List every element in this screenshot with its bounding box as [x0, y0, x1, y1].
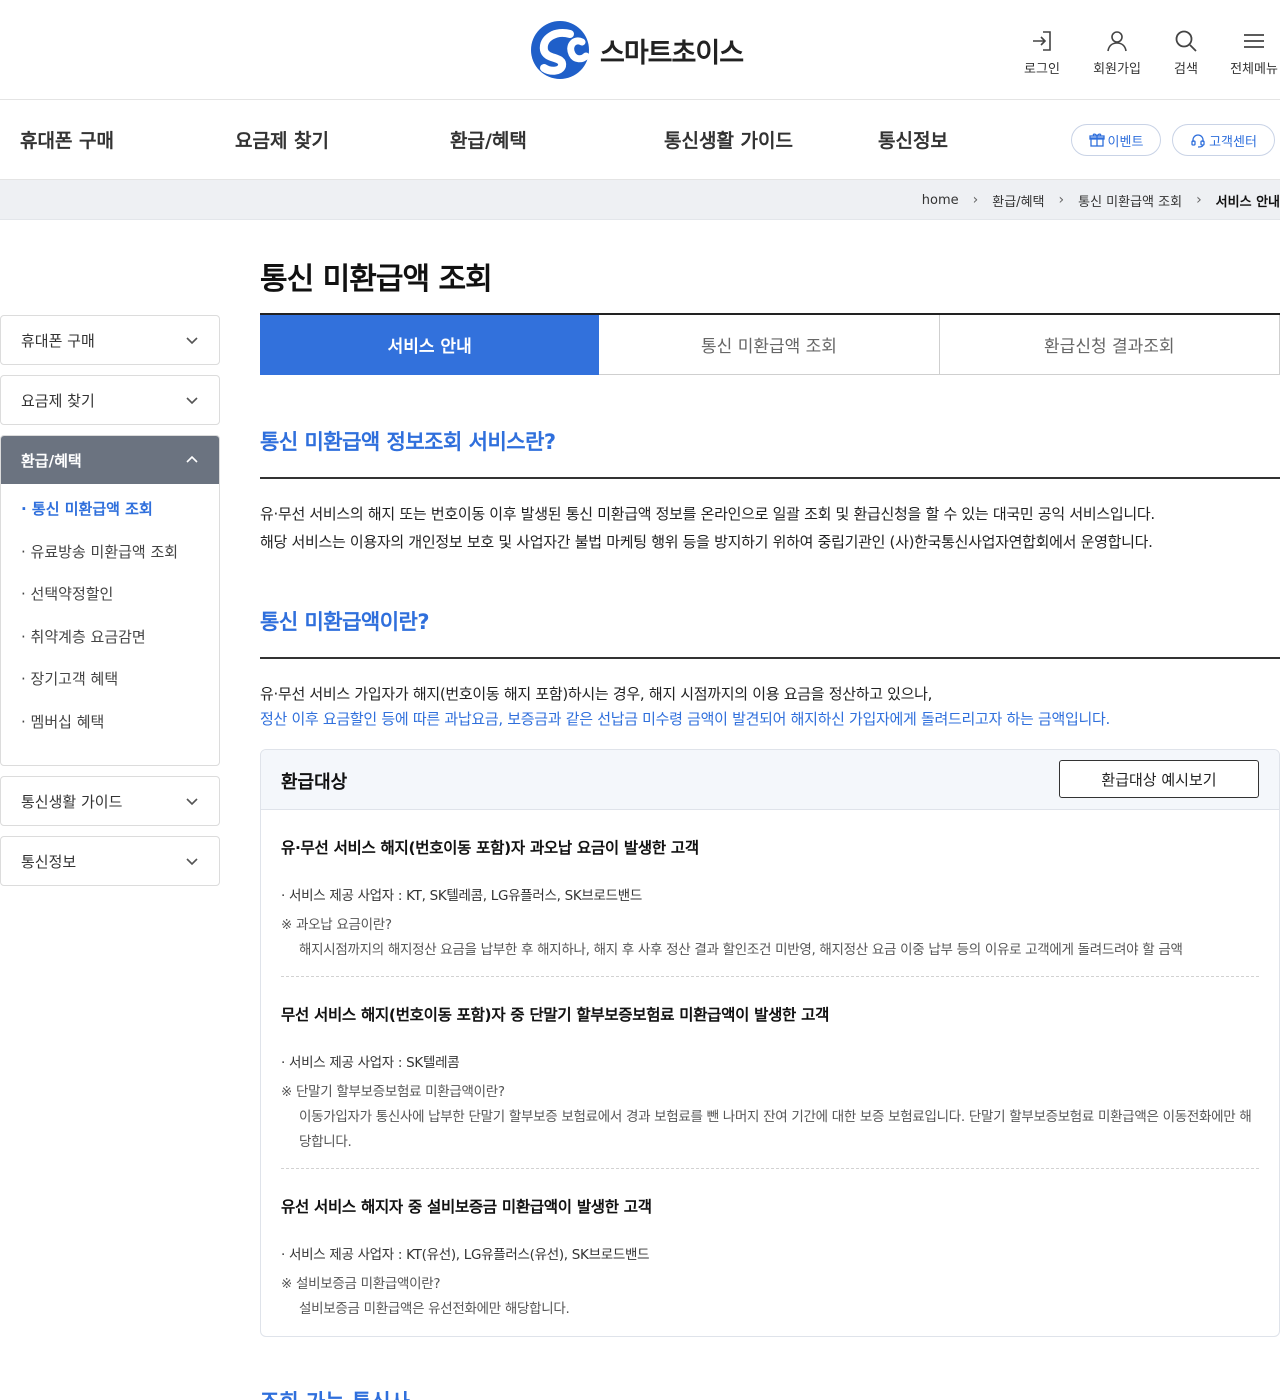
event-button[interactable]: 이벤트 [1071, 124, 1161, 156]
page-title: 통신 미환급액 조회 [260, 262, 493, 297]
side-item-phone[interactable]: 휴대폰 구매 [0, 315, 220, 365]
site-logo[interactable]: 스마트초이스 [530, 20, 744, 80]
side-sub-item-lookup[interactable]: · 통신 미환급액 조회 [1, 498, 219, 541]
search-link[interactable]: 검색 [1151, 28, 1221, 77]
gift-icon [1088, 133, 1105, 147]
side-item-guide[interactable]: 통신생활 가이드 [0, 776, 220, 826]
case-desc: 이동가입자가 통신사에 납부한 단말기 할부보증 보험료에서 경과 보험료를 뺀… [299, 1109, 1252, 1150]
side-sub-item-longterm[interactable]: · 장기고객 혜택 [1, 668, 219, 711]
breadcrumb: home › 환급/혜택 › 통신 미환급액 조회 › 서비스 안내 [922, 180, 1280, 220]
breadcrumb-lookup[interactable]: 통신 미환급액 조회 [1078, 191, 1182, 210]
breadcrumb-bar: home › 환급/혜택 › 통신 미환급액 조회 › 서비스 안내 [0, 180, 1280, 220]
side-sub-item-vulnerable[interactable]: · 취약계층 요금감면 [1, 626, 219, 669]
case-provider: · 서비스 제공 사업자 : KT, SK텔레콤, LG유플러스, SK브로드밴… [281, 888, 643, 904]
refund-case-deposit: 유선 서비스 해지자 중 설비보증금 미환급액이 발생한 고객 · 서비스 제공… [281, 1195, 1259, 1322]
side-item-label: 통신정보 [21, 852, 77, 871]
side-item-plan[interactable]: 요금제 찾기 [0, 375, 220, 425]
breadcrumb-home[interactable]: home [922, 193, 959, 208]
login-label: 로그인 [1024, 62, 1060, 77]
case-heading: 유·무선 서비스 해지(번호이동 포함)자 과오납 요금이 발생한 고객 [281, 839, 699, 857]
support-button[interactable]: 고객센터 [1172, 124, 1275, 156]
side-item-info[interactable]: 통신정보 [0, 836, 220, 886]
case-desc: 해지시점까지의 해지정산 요금을 납부한 후 해지하나, 해지 후 사후 정산 … [299, 942, 1183, 958]
search-label: 검색 [1174, 62, 1198, 77]
refund-case-insurance: 무선 서비스 해지(번호이동 포함)자 중 단말기 할부보증보험료 미환급액이 … [281, 1003, 1259, 1155]
side-sub-item-discount[interactable]: · 선택약정할인 [1, 583, 219, 626]
section-title-definition: 통신 미환급액이란? [260, 610, 430, 634]
case-divider [281, 1168, 1259, 1169]
section-divider [260, 657, 1280, 659]
breadcrumb-refund[interactable]: 환급/혜택 [992, 191, 1044, 210]
gnb-item-phone[interactable]: 휴대폰 구매 [20, 126, 114, 153]
user-icon [1107, 31, 1127, 52]
gnb-item-info[interactable]: 통신정보 [878, 126, 948, 153]
refund-target-title: 환급대상 [281, 772, 348, 793]
case-note: ※ 단말기 할부보증보험료 미환급액이란? [281, 1084, 505, 1100]
side-item-label: 요금제 찾기 [21, 391, 95, 410]
definition-desc-2: 정산 이후 요금할인 등에 따른 과납요금, 보증금과 같은 선납금 미수령 금… [260, 710, 1110, 728]
side-item-refund[interactable]: 환급/혜택 [1, 436, 219, 484]
breadcrumb-current: 서비스 안내 [1215, 194, 1280, 210]
case-heading: 무선 서비스 해지(번호이동 포함)자 중 단말기 할부보증보험료 미환급액이 … [281, 1006, 830, 1024]
signup-label: 회원가입 [1093, 62, 1141, 77]
case-provider: · 서비스 제공 사업자 : KT(유선), LG유플러스(유선), SK브로드… [281, 1247, 650, 1263]
chevron-down-icon [186, 858, 198, 866]
service-desc-1: 유·무선 서비스의 해지 또는 번호이동 이후 발생된 통신 미환급액 정보를 … [260, 505, 1155, 523]
event-label: 이벤트 [1107, 134, 1144, 150]
support-label: 고객센터 [1209, 134, 1257, 150]
gnb-item-guide[interactable]: 통신생활 가이드 [664, 126, 793, 153]
service-desc-2: 해당 서비스는 이용자의 개인정보 보호 및 사업자간 불법 마케팅 행위 등을… [260, 533, 1153, 551]
all-menu-link[interactable]: 전체메뉴 [1219, 28, 1280, 77]
side-sub-item-membership[interactable]: · 멤버십 혜택 [1, 711, 219, 754]
logo-text: 스마트초이스 [600, 37, 744, 69]
side-nav: 휴대폰 구매 요금제 찾기 환급/혜택 · 통신 미환급액 조회 · 유료방송 … [0, 315, 220, 896]
search-icon [1175, 30, 1197, 52]
gnb-item-plan[interactable]: 요금제 찾기 [235, 126, 329, 153]
chevron-right-icon: › [1058, 192, 1065, 208]
section-title-carriers: 조회 가능 통신사 [260, 1386, 410, 1400]
section-title-service: 통신 미환급액 정보조회 서비스란? [260, 430, 556, 454]
case-desc: 설비보증금 미환급액은 유선전화에만 해당합니다. [299, 1301, 570, 1317]
menu-icon [1244, 34, 1264, 48]
definition-desc-1: 유·무선 서비스 가입자가 해지(번호이동 해지 포함)하시는 경우, 해지 시… [260, 685, 933, 703]
tab-lookup[interactable]: 통신 미환급액 조회 [599, 315, 940, 375]
side-group-refund: 환급/혜택 · 통신 미환급액 조회 · 유료방송 미환급액 조회 · 선택약정… [0, 435, 220, 766]
chevron-right-icon: › [1196, 192, 1202, 208]
logo-icon [531, 21, 590, 79]
side-submenu: · 통신 미환급액 조회 · 유료방송 미환급액 조회 · 선택약정할인 · 취… [1, 484, 219, 765]
refund-target-header: 환급대상 환급대상 예시보기 [261, 750, 1279, 810]
gnb-item-refund[interactable]: 환급/혜택 [450, 126, 527, 153]
chevron-right-icon: › [972, 192, 979, 208]
case-divider [281, 976, 1259, 977]
refund-example-button[interactable]: 환급대상 예시보기 [1059, 760, 1259, 798]
refund-target-box: 환급대상 환급대상 예시보기 유·무선 서비스 해지(번호이동 포함)자 과오납… [260, 749, 1280, 1337]
case-heading: 유선 서비스 해지자 중 설비보증금 미환급액이 발생한 고객 [281, 1198, 652, 1216]
section-divider [260, 477, 1280, 479]
side-item-label: 휴대폰 구매 [21, 331, 95, 350]
signup-link[interactable]: 회원가입 [1082, 28, 1152, 77]
chevron-down-icon [186, 397, 198, 405]
tab-service-info[interactable]: 서비스 안내 [260, 315, 600, 375]
side-item-label: 환급/혜택 [21, 451, 82, 470]
side-sub-item-broadcast[interactable]: · 유료방송 미환급액 조회 [1, 541, 219, 584]
chevron-down-icon [186, 798, 198, 806]
case-note: ※ 설비보증금 미환급액이란? [281, 1276, 441, 1292]
login-icon [1033, 31, 1051, 51]
side-item-label: 통신생활 가이드 [21, 792, 123, 811]
case-provider: · 서비스 제공 사업자 : SK텔레콤 [281, 1055, 460, 1071]
top-header: 스마트초이스 로그인 회원가입 검색 전체메뉴 [0, 0, 1280, 100]
global-nav: 휴대폰 구매 요금제 찾기 환급/혜택 통신생활 가이드 통신정보 이벤트 고객… [0, 100, 1280, 180]
headset-icon [1191, 134, 1205, 148]
case-note: ※ 과오납 요금이란? [281, 917, 392, 933]
chevron-down-icon [186, 337, 198, 345]
refund-case-overpaid: 유·무선 서비스 해지(번호이동 포함)자 과오납 요금이 발생한 고객 · 서… [281, 836, 1259, 963]
login-link[interactable]: 로그인 [1007, 28, 1077, 77]
tab-result[interactable]: 환급신청 결과조회 [939, 315, 1280, 375]
all-menu-label: 전체메뉴 [1230, 62, 1278, 77]
tab-bar: 서비스 안내 통신 미환급액 조회 환급신청 결과조회 [260, 313, 1280, 375]
chevron-up-icon [186, 455, 198, 463]
